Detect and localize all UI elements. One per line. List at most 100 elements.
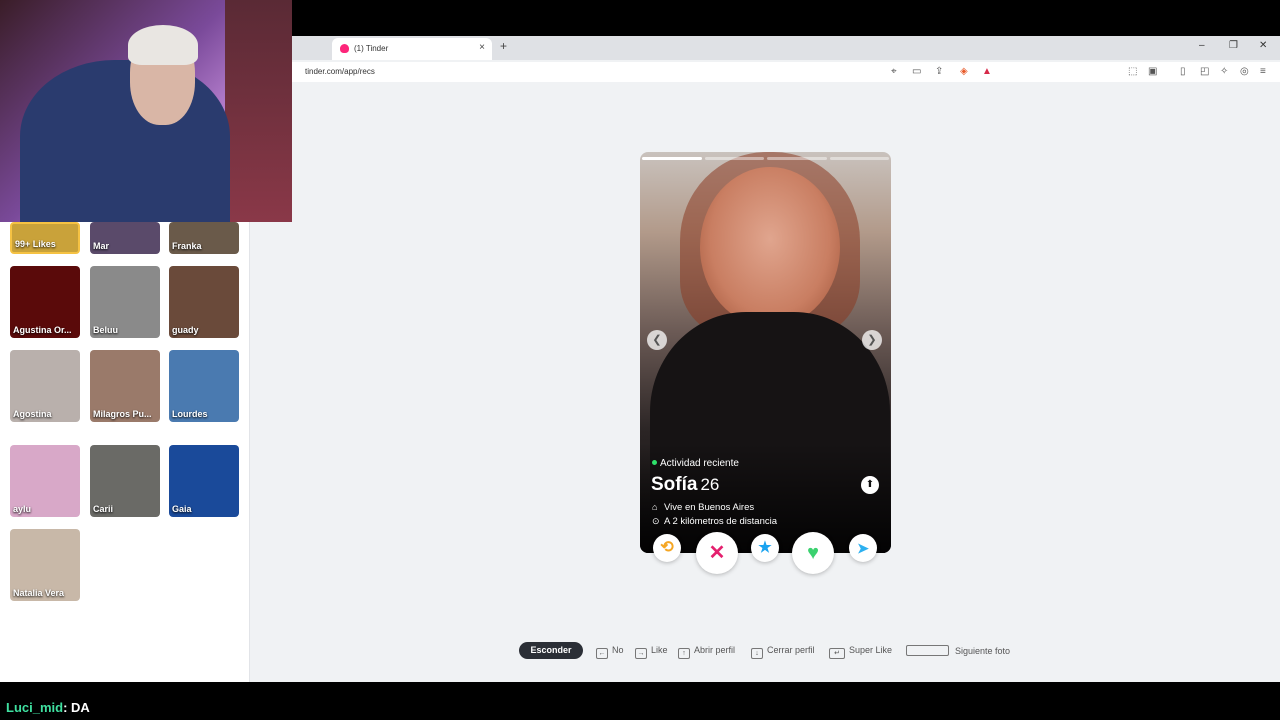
match-name: Agustina Or... <box>13 325 72 335</box>
webcam-overlay <box>0 0 292 222</box>
open-profile-icon[interactable]: ⬆ <box>861 476 879 494</box>
extensions-icon[interactable]: ⬚ <box>1128 66 1137 77</box>
match-name: Mar <box>93 241 110 251</box>
new-tab-button[interactable]: + <box>500 39 507 53</box>
menu-icon[interactable]: ≡ <box>1260 66 1266 77</box>
boost-button[interactable]: ➤ <box>849 534 877 562</box>
brave-shield-icon[interactable]: ◈ <box>960 66 968 77</box>
likes-tile[interactable]: 99+ Likes <box>10 222 80 254</box>
match-name: Agostina <box>13 409 52 419</box>
shortcut-superlike-label: Super Like <box>849 645 893 655</box>
brave-rewards-icon[interactable]: ▲ <box>982 66 992 77</box>
webcam-shelf <box>225 0 292 222</box>
match-thumb[interactable]: Beluu <box>90 266 160 338</box>
pin-icon: ⊙ <box>652 516 660 526</box>
minimize-button[interactable]: – <box>1199 40 1205 51</box>
profile-photo <box>700 167 840 327</box>
shortcut-like-label: Like <box>651 645 668 655</box>
sidebar-toggle-icon[interactable]: ▯ <box>1180 66 1186 77</box>
match-thumb[interactable]: Franka <box>169 222 239 254</box>
shortcut-open-label: Abrir perfil <box>694 645 736 655</box>
like-button[interactable]: ♥ <box>792 532 834 574</box>
distance-text: A 2 kilómetros de distancia <box>664 516 778 527</box>
address-bar[interactable]: tinder.com/app/recs ⌖ ▭ ⇪ ◈ ▲ ⬚ ▣ ▯ ◰ ✧ … <box>290 62 1280 82</box>
shortcut-no: ← No <box>596 645 624 659</box>
profile-name: Sofía <box>651 474 698 495</box>
up-key-icon: ↑ <box>678 648 690 659</box>
recent-activity: Actividad reciente <box>652 458 739 469</box>
heart-icon: ♥ <box>807 542 819 564</box>
match-thumb[interactable]: Milagros Pu... <box>90 350 160 422</box>
hide-shortcuts-button[interactable]: Esconder <box>519 642 583 659</box>
recent-activity-label: Actividad reciente <box>660 458 739 469</box>
shortcut-like: → Like <box>635 645 668 659</box>
rewind-button[interactable]: ⟲ <box>653 534 681 562</box>
profile-distance: ⊙ A 2 kilómetros de distancia <box>652 516 777 527</box>
superlike-button[interactable]: ★ <box>751 534 779 562</box>
close-window-button[interactable]: ✕ <box>1259 40 1267 51</box>
nope-button[interactable]: ✕ <box>696 532 738 574</box>
space-key-icon <box>906 645 949 656</box>
home-icon: ⌂ <box>652 502 658 512</box>
tab-close-icon[interactable]: × <box>479 42 485 53</box>
shortcut-next-label: Siguiente foto <box>955 646 1011 656</box>
send-icon: ➤ <box>857 540 869 556</box>
match-name: Milagros Pu... <box>93 409 152 419</box>
cast-icon[interactable]: ▭ <box>912 66 921 77</box>
prev-photo-button[interactable]: ❮ <box>647 330 667 350</box>
webcam-beanie <box>128 25 198 65</box>
match-thumb[interactable]: aylu <box>10 445 80 517</box>
url-text[interactable]: tinder.com/app/recs <box>305 67 375 76</box>
match-name: aylu <box>13 504 32 514</box>
vpn-icon[interactable]: ◰ <box>1200 66 1209 77</box>
wallet-icon[interactable]: ▣ <box>1148 66 1157 77</box>
match-thumb[interactable]: Agustina Or... <box>10 266 80 338</box>
profile-name-row: Sofía 26 <box>651 474 719 496</box>
profile-age: 26 <box>700 475 720 494</box>
leo-ai-icon[interactable]: ✧ <box>1220 66 1228 77</box>
match-thumb[interactable]: Natalia Vera <box>10 529 80 601</box>
location-text: Vive en Buenos Aires <box>664 502 755 513</box>
shortcut-no-label: No <box>612 645 624 655</box>
right-key-icon: → <box>635 648 647 659</box>
tab-title: (1) Tinder <box>354 44 389 53</box>
left-key-icon: ← <box>596 648 608 659</box>
webcam-person <box>20 60 230 222</box>
tab-tinder[interactable]: (1) Tinder × <box>332 38 492 60</box>
shield-icon[interactable]: ◎ <box>1240 66 1249 77</box>
match-thumb[interactable]: Lourdes <box>169 350 239 422</box>
profile-card[interactable]: ❮ ❯ Actividad reciente Sofía 26 ⬆ ⌂ Vive e… <box>640 152 891 553</box>
match-name: guady <box>172 325 199 335</box>
restore-button[interactable]: ❐ <box>1229 40 1238 51</box>
nope-icon: ✕ <box>708 542 726 564</box>
match-thumb[interactable]: Mar <box>90 222 160 254</box>
match-name: Natalia Vera <box>13 588 65 598</box>
stream-chat-message: Luci_mid: DA <box>6 700 90 715</box>
down-key-icon: ↓ <box>751 648 763 659</box>
shortcut-open-profile: ↑ Abrir perfil <box>678 645 735 659</box>
star-icon: ★ <box>758 539 772 556</box>
location-icon[interactable]: ⌖ <box>891 66 897 77</box>
shortcut-next-photo: Siguiente foto <box>906 645 1010 656</box>
shortcut-close-profile: ↓ Cerrar perfil <box>751 645 815 659</box>
match-name: Lourdes <box>172 409 208 419</box>
likes-label: 99+ Likes <box>15 239 56 249</box>
shortcut-super-like: ↵ Super Like <box>829 645 892 659</box>
share-icon[interactable]: ⇪ <box>935 66 943 77</box>
next-photo-button[interactable]: ❯ <box>862 330 882 350</box>
match-name: Beluu <box>93 325 119 335</box>
match-name: Carii <box>93 504 114 514</box>
stream-frame: (1) Tinder × + – ❐ ✕ tinder.com/app/recs… <box>0 0 1280 720</box>
match-thumb[interactable]: Carii <box>90 445 160 517</box>
enter-key-icon: ↵ <box>829 648 845 659</box>
match-thumb[interactable]: Gaia <box>169 445 239 517</box>
shortcut-close-label: Cerrar perfil <box>767 645 815 655</box>
profile-location: ⌂ Vive en Buenos Aires <box>652 502 754 513</box>
match-thumb[interactable]: Agostina <box>10 350 80 422</box>
rewind-icon: ⟲ <box>660 539 674 556</box>
online-dot-icon <box>652 460 657 465</box>
match-name: Franka <box>172 241 202 251</box>
match-name: Gaia <box>172 504 192 514</box>
chat-username: Luci_mid <box>6 700 64 715</box>
match-thumb[interactable]: guady <box>169 266 239 338</box>
